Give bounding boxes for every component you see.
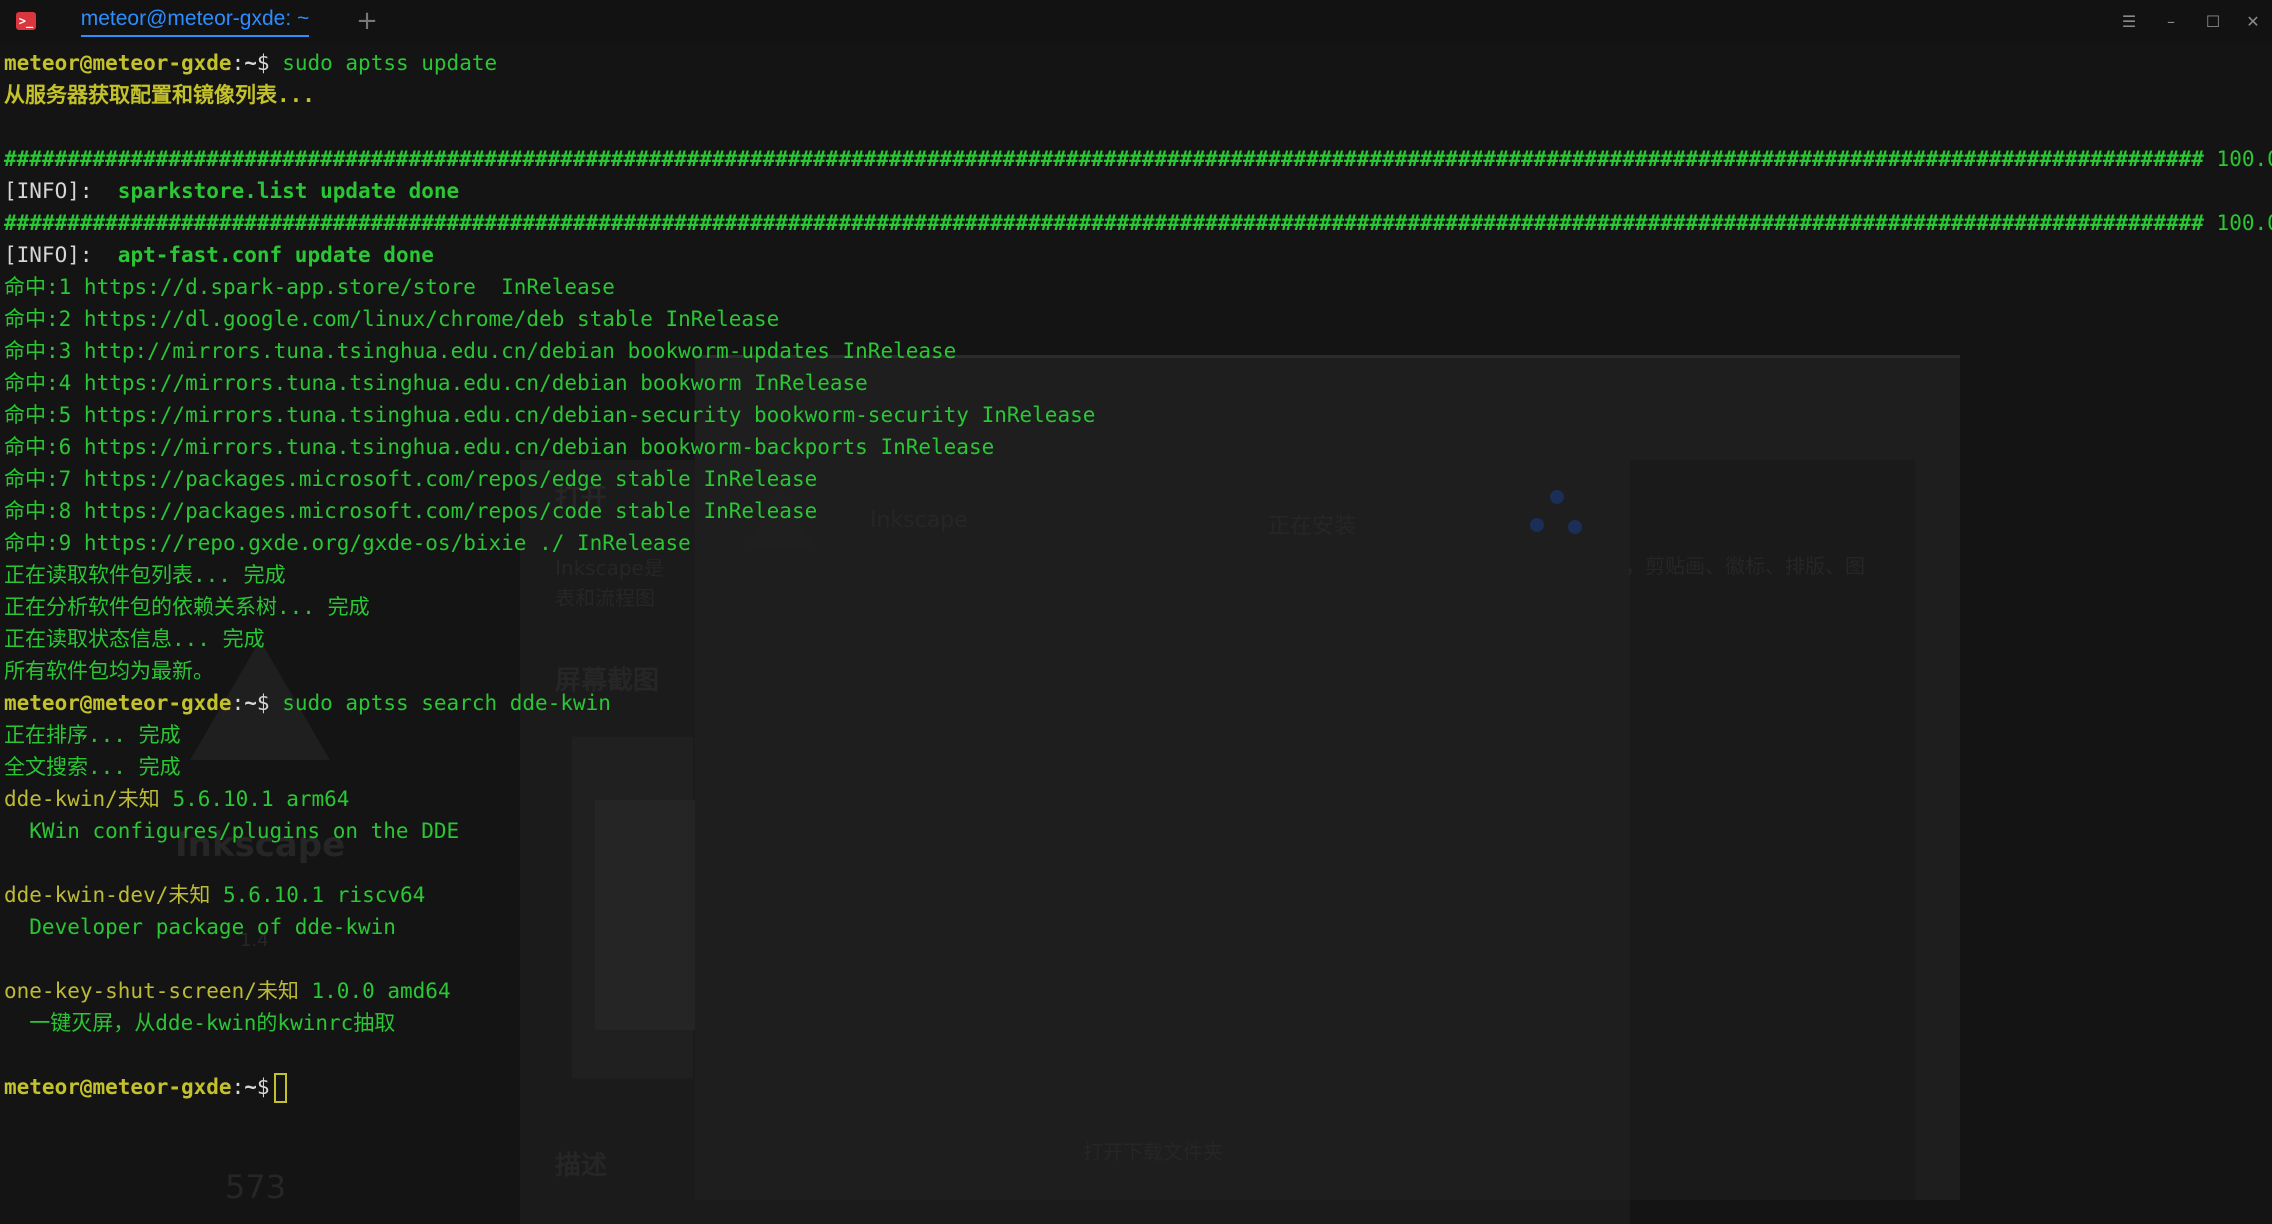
prompt-user-host: meteor@meteor-gxde bbox=[4, 691, 232, 715]
info-line: [INFO]: sparkstore.list update done bbox=[4, 175, 2272, 207]
search-result-name: one-key-shut-screen/未知 1.0.0 amd64 bbox=[4, 975, 2272, 1007]
tab-bar: >_ meteor@meteor-gxde: ~ + ☰ – ☐ ✕ bbox=[0, 0, 2272, 43]
progress-line: ########################################… bbox=[4, 143, 2272, 175]
terminal-window: Inkscape 1.4 573 打开 Inkscape是 表和流程图 屏幕截图… bbox=[0, 0, 2272, 1224]
prompt-line: meteor@meteor-gxde:~$ sudo aptss search … bbox=[4, 687, 2272, 719]
prompt-line: meteor@meteor-gxde:~$ bbox=[4, 1071, 2272, 1103]
progress-bar: ########################################… bbox=[4, 147, 2204, 171]
repo-hit-line: 命中:9 https://repo.gxde.org/gxde-os/bixie… bbox=[4, 531, 691, 555]
package-meta: 5.6.10.1 arm64 bbox=[159, 787, 350, 811]
tab-active[interactable]: meteor@meteor-gxde: ~ bbox=[50, 0, 340, 43]
prompt-line: meteor@meteor-gxde:~$ sudo aptss update bbox=[4, 47, 2272, 79]
prompt-sep: : bbox=[231, 51, 245, 75]
status-line: 正在读取软件包列表... 完成 bbox=[4, 563, 286, 587]
repo-hit-line: 命中:7 https://packages.microsoft.com/repo… bbox=[4, 467, 818, 491]
repo-hit-line: 命中:3 http://mirrors.tuna.tsinghua.edu.cn… bbox=[4, 339, 957, 363]
search-result-name: dde-kwin/未知 5.6.10.1 arm64 bbox=[4, 783, 2272, 815]
prompt-sep: : bbox=[231, 691, 245, 715]
status-line: 正在分析软件包的依赖关系树... 完成 bbox=[4, 595, 370, 619]
terminal-output[interactable]: meteor@meteor-gxde:~$ sudo aptss update … bbox=[4, 47, 2272, 1224]
prompt-path: ~ bbox=[244, 51, 257, 75]
menu-icon[interactable]: ☰ bbox=[2114, 8, 2144, 36]
progress-percent: 100.0% bbox=[2216, 147, 2272, 171]
status-line: 正在读取状态信息... 完成 bbox=[4, 627, 265, 651]
maximize-icon[interactable]: ☐ bbox=[2198, 8, 2228, 36]
output-line: 从服务器获取配置和镜像列表... bbox=[4, 79, 2272, 111]
command-text: sudo aptss search dde-kwin bbox=[269, 691, 611, 715]
prompt-user-host: meteor@meteor-gxde bbox=[4, 51, 232, 75]
tab-title: meteor@meteor-gxde: ~ bbox=[80, 7, 310, 37]
repo-hit-line: 命中:1 https://d.spark-app.store/store InR… bbox=[4, 275, 615, 299]
status-line: 全文搜索... 完成 bbox=[4, 755, 181, 779]
prompt-dollar: $ bbox=[256, 51, 270, 75]
command-text: sudo aptss update bbox=[269, 51, 498, 75]
status-line: 所有软件包均为最新。 bbox=[4, 659, 214, 683]
info-line: [INFO]: apt-fast.conf update done bbox=[4, 239, 2272, 271]
status-line: 正在排序... 完成 bbox=[4, 723, 181, 747]
minimize-icon[interactable]: – bbox=[2156, 8, 2186, 36]
fetch-status: 从服务器获取配置和镜像列表... bbox=[4, 83, 315, 107]
repo-hit-line: 命中:8 https://packages.microsoft.com/repo… bbox=[4, 499, 818, 523]
repo-hit-line: 命中:6 https://mirrors.tuna.tsinghua.edu.c… bbox=[4, 435, 995, 459]
search-result-name: dde-kwin-dev/未知 5.6.10.1 riscv64 bbox=[4, 879, 2272, 911]
progress-line: ########################################… bbox=[4, 207, 2272, 239]
search-result-desc: Developer package of dde-kwin bbox=[4, 915, 396, 939]
package-name: one-key-shut-screen/未知 bbox=[4, 979, 299, 1003]
progress-percent: 100.0% bbox=[2216, 211, 2272, 235]
prompt-path: ~ bbox=[244, 691, 257, 715]
prompt-user-host: meteor@meteor-gxde bbox=[4, 1075, 232, 1099]
info-message: apt-fast.conf update done bbox=[92, 243, 434, 267]
repo-hit-line: 命中:5 https://mirrors.tuna.tsinghua.edu.c… bbox=[4, 403, 1096, 427]
prompt-dollar: $ bbox=[256, 1075, 270, 1099]
info-message: sparkstore.list update done bbox=[92, 179, 460, 203]
info-tag: [INFO]: bbox=[4, 179, 93, 203]
search-result-desc: KWin configures/plugins on the DDE bbox=[4, 819, 460, 843]
terminal-app-icon: >_ bbox=[16, 12, 36, 30]
package-meta: 1.0.0 amd64 bbox=[298, 979, 451, 1003]
info-tag: [INFO]: bbox=[4, 243, 93, 267]
search-result-desc: 一键灭屏，从dde-kwin的kwinrc抽取 bbox=[4, 1011, 396, 1035]
repo-hit-line: 命中:4 https://mirrors.tuna.tsinghua.edu.c… bbox=[4, 371, 868, 395]
text-cursor[interactable] bbox=[273, 1073, 287, 1103]
prompt-path: ~ bbox=[244, 1075, 257, 1099]
progress-bar: ########################################… bbox=[4, 211, 2204, 235]
package-meta: 5.6.10.1 riscv64 bbox=[210, 883, 426, 907]
prompt-sep: : bbox=[231, 1075, 245, 1099]
package-name: dde-kwin-dev/未知 bbox=[4, 883, 211, 907]
close-icon[interactable]: ✕ bbox=[2238, 8, 2268, 36]
prompt-dollar: $ bbox=[256, 691, 270, 715]
repo-hit-line: 命中:2 https://dl.google.com/linux/chrome/… bbox=[4, 307, 780, 331]
package-name: dde-kwin/未知 bbox=[4, 787, 160, 811]
new-tab-button[interactable]: + bbox=[352, 6, 382, 36]
